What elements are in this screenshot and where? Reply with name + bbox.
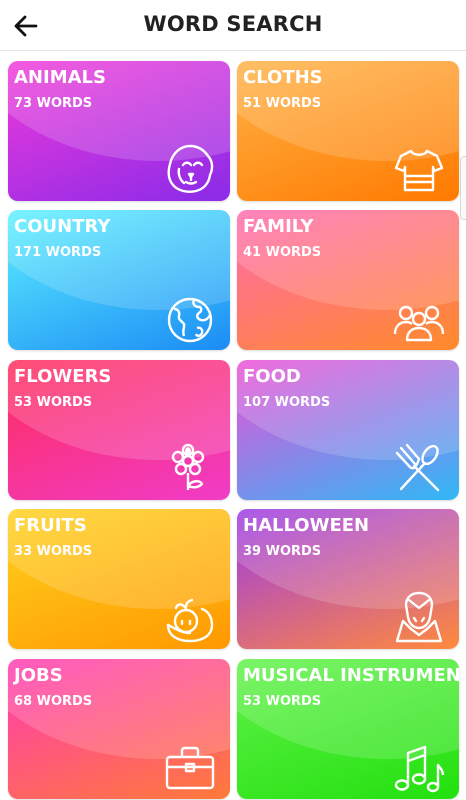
category-name: JOBS xyxy=(14,665,63,686)
word-count: 73 WORDS xyxy=(14,96,93,111)
category-card-musical-instrument[interactable]: MUSICAL INSTRUMENT 53 WORDS xyxy=(237,659,459,799)
category-card-jobs[interactable]: JOBS 68 WORDS xyxy=(8,659,230,799)
music-notes-icon xyxy=(393,741,445,793)
category-name: ANIMALS xyxy=(14,67,106,88)
category-name: FRUITS xyxy=(14,515,87,536)
category-name: FAMILY xyxy=(243,216,314,237)
word-count: 171 WORDS xyxy=(14,245,102,260)
word-count: 68 WORDS xyxy=(14,694,93,709)
word-count: 53 WORDS xyxy=(14,395,93,410)
category-name: COUNTRY xyxy=(14,216,111,237)
word-count: 107 WORDS xyxy=(243,395,331,410)
tshirt-icon xyxy=(393,143,445,195)
fruit-bowl-icon xyxy=(164,591,216,643)
app-header: WORD SEARCH xyxy=(0,0,466,51)
word-count: 33 WORDS xyxy=(14,544,93,559)
category-card-food[interactable]: FOOD 107 WORDS xyxy=(237,360,459,500)
word-count: 39 WORDS xyxy=(243,544,322,559)
word-count: 41 WORDS xyxy=(243,245,322,260)
lion-icon xyxy=(164,143,216,195)
category-card-cloths[interactable]: CLOTHS 51 WORDS xyxy=(237,61,459,201)
word-count: 51 WORDS xyxy=(243,96,322,111)
briefcase-icon xyxy=(164,741,216,793)
category-name: MUSICAL INSTRUMENT xyxy=(243,665,459,686)
globe-icon xyxy=(164,292,216,344)
vampire-icon xyxy=(393,591,445,643)
category-card-flowers[interactable]: FLOWERS 53 WORDS xyxy=(8,360,230,500)
fork-spoon-icon xyxy=(393,442,445,494)
category-card-country[interactable]: COUNTRY 171 WORDS xyxy=(8,210,230,350)
category-card-family[interactable]: FAMILY 41 WORDS xyxy=(237,210,459,350)
category-name: HALLOWEEN xyxy=(243,515,370,536)
word-count: 53 WORDS xyxy=(243,694,322,709)
category-card-fruits[interactable]: FRUITS 33 WORDS xyxy=(8,509,230,649)
category-name: FOOD xyxy=(243,366,301,387)
category-card-animals[interactable]: ANIMALS 73 WORDS xyxy=(8,61,230,201)
category-card-halloween[interactable]: HALLOWEEN 39 WORDS xyxy=(237,509,459,649)
category-name: CLOTHS xyxy=(243,67,323,88)
flower-icon xyxy=(164,442,216,494)
category-name: FLOWERS xyxy=(14,366,112,387)
page-title: WORD SEARCH xyxy=(143,12,323,36)
scroll-indicator[interactable] xyxy=(460,156,466,220)
family-icon xyxy=(393,292,445,344)
